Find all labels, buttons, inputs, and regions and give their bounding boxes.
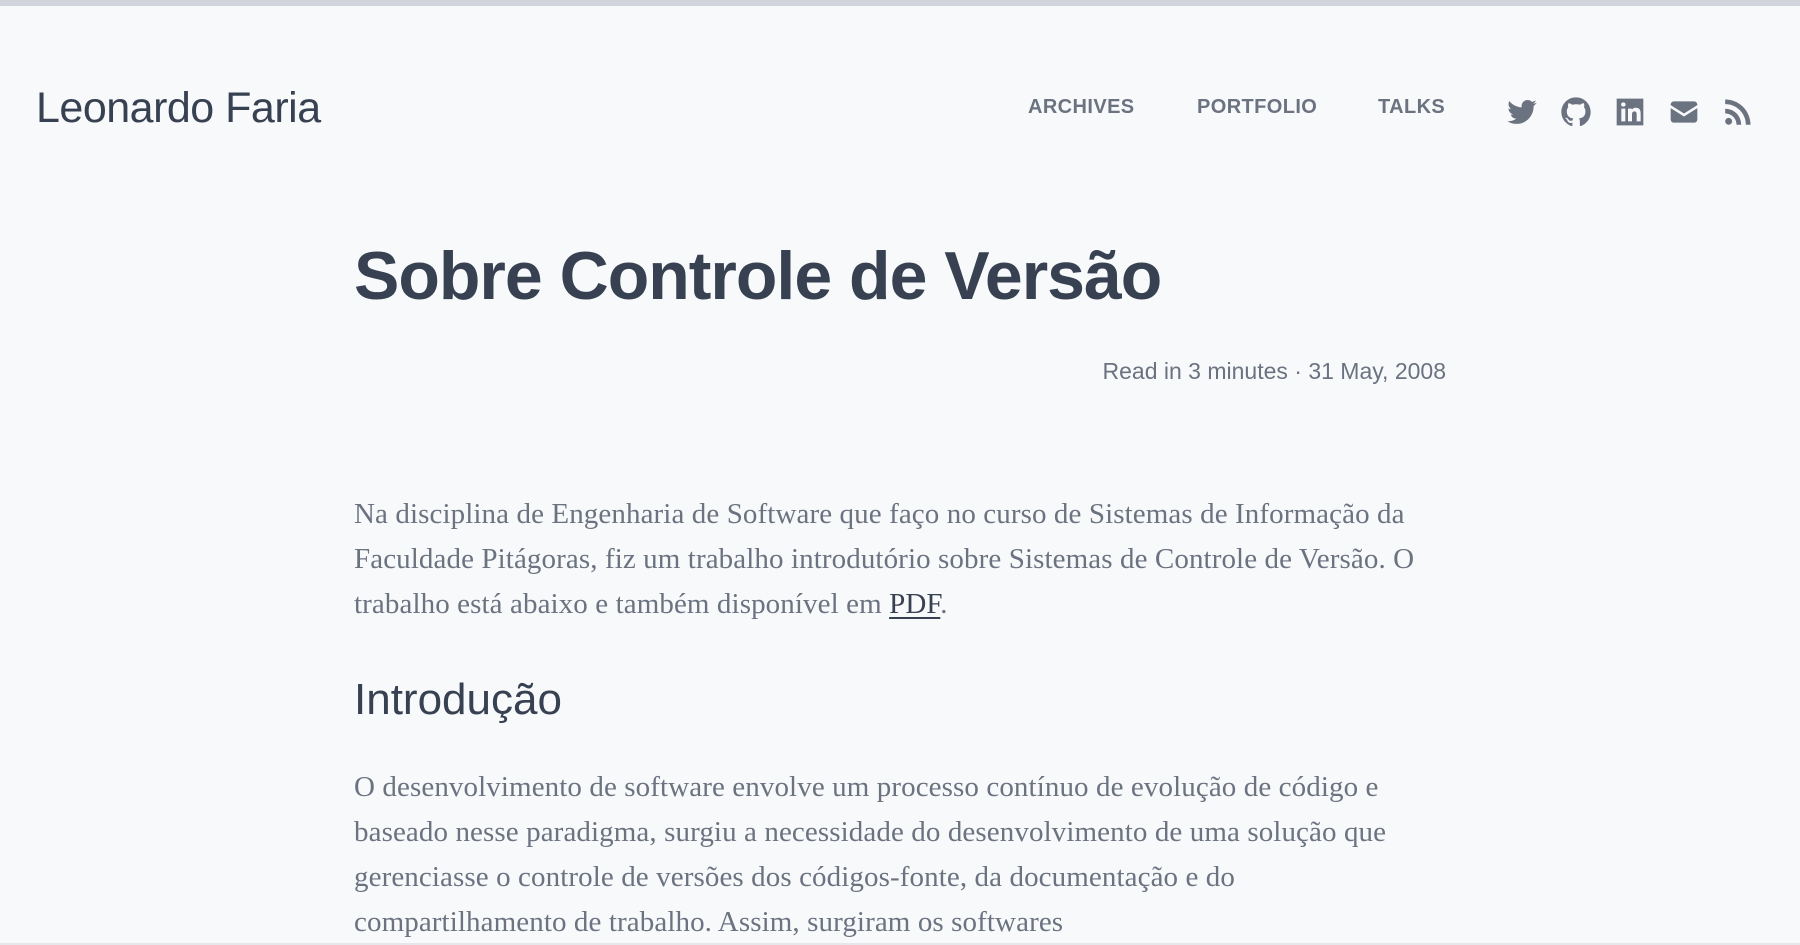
site-title-link[interactable]: Leonardo Faria — [36, 84, 321, 133]
nav-archives-link[interactable]: ARCHIVES — [1028, 96, 1135, 119]
twitter-icon[interactable] — [1506, 96, 1538, 128]
post-meta: Read in 3 minutes · 31 May, 2008 — [1102, 358, 1446, 384]
intro-paragraph: Na disciplina de Engenharia de Software … — [354, 492, 1446, 627]
rss-icon[interactable] — [1722, 96, 1754, 128]
linkedin-icon[interactable] — [1614, 96, 1646, 128]
section-heading-introducao: Introdução — [354, 675, 562, 724]
github-icon[interactable] — [1560, 96, 1592, 128]
post-title: Sobre Controle de Versão — [354, 238, 1162, 314]
intro-text: Na disciplina de Engenharia de Software … — [354, 498, 1415, 620]
nav-talks-link[interactable]: TALKS — [1378, 96, 1445, 119]
post-body: Na disciplina de Engenharia de Software … — [354, 492, 1446, 945]
pdf-link[interactable]: PDF — [889, 588, 940, 620]
post-article: Sobre Controle de Versão Read in 3 minut… — [354, 230, 1446, 938]
site-header: Leonardo Faria ARCHIVES PORTFOLIO TALKS — [0, 6, 1800, 166]
intro-text-end: . — [940, 588, 948, 620]
nav-portfolio-link[interactable]: PORTFOLIO — [1197, 96, 1317, 119]
section-paragraph: O desenvolvimento de software envolve um… — [354, 771, 1387, 938]
email-icon[interactable] — [1668, 96, 1700, 128]
